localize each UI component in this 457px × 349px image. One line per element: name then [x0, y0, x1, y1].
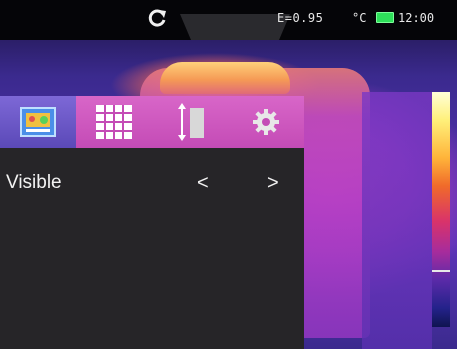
- menu-item-settings[interactable]: [228, 96, 304, 148]
- temperature-unit: °C: [352, 11, 367, 25]
- refresh-icon[interactable]: [146, 7, 168, 29]
- image-mode-icon: [20, 107, 56, 137]
- previous-option-button[interactable]: <: [197, 172, 209, 195]
- battery-icon: [376, 12, 394, 23]
- emissivity-readout: E=0.95: [277, 11, 324, 25]
- menu-item-range[interactable]: [152, 96, 228, 148]
- thermal-hot-spot: [160, 62, 290, 94]
- range-icon: [178, 103, 204, 141]
- next-option-button[interactable]: >: [267, 172, 279, 195]
- grid-icon: [96, 105, 132, 139]
- gear-icon: [253, 109, 279, 135]
- clock: 12:00: [398, 11, 435, 25]
- thermal-background-object: [362, 92, 432, 349]
- color-scale-bar: [432, 92, 450, 327]
- menu-item-image-mode[interactable]: [0, 96, 76, 148]
- thermal-camera-screen: E=0.95 °C 12:00 Visible < >: [0, 0, 457, 349]
- color-scale-marker: [432, 270, 450, 272]
- setting-label: Visible: [6, 172, 62, 193]
- menu-item-grid[interactable]: [76, 96, 152, 148]
- status-bar-notch: [180, 14, 290, 40]
